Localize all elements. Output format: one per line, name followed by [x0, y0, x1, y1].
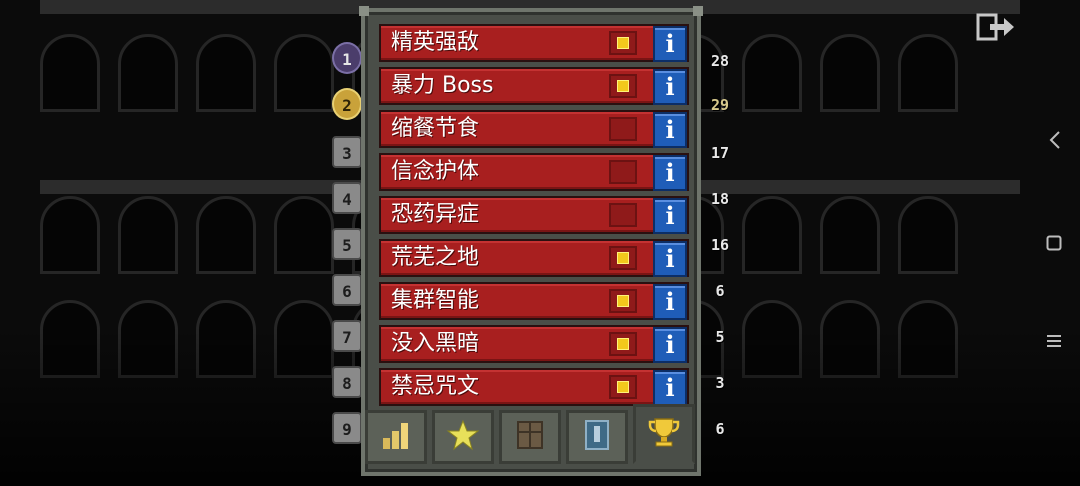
info-button[interactable]: i	[653, 284, 687, 320]
info-button[interactable]: i	[653, 69, 687, 105]
value-label: 16	[710, 236, 730, 254]
panel-corner	[693, 6, 703, 16]
bar-chart-icon	[379, 418, 413, 456]
challenge-label: 恐药异症	[391, 202, 480, 227]
challenge-row[interactable]: 集群智能 i	[379, 282, 689, 320]
tab-rankings[interactable]	[566, 410, 628, 464]
info-button[interactable]: i	[653, 26, 687, 62]
value-label: 3	[715, 374, 725, 392]
panel-corner	[359, 6, 369, 16]
challenge-checkbox[interactable]	[609, 74, 637, 98]
challenge-checkbox[interactable]	[609, 375, 637, 399]
challenge-checkbox[interactable]	[609, 117, 637, 141]
info-button[interactable]: i	[653, 241, 687, 277]
tab-stats[interactable]	[365, 410, 427, 464]
info-button[interactable]: i	[653, 327, 687, 363]
rank-badge: 1	[332, 42, 362, 74]
challenge-row[interactable]: 暴力 Boss i	[379, 67, 689, 105]
challenge-row[interactable]: 信念护体 i	[379, 153, 689, 191]
challenge-checkbox[interactable]	[609, 332, 637, 356]
checkbox-fill	[617, 338, 629, 350]
challenge-checkbox[interactable]	[609, 31, 637, 55]
tab-journal[interactable]	[499, 410, 561, 464]
value-label: 18	[710, 190, 730, 208]
tab-challenges[interactable]	[633, 404, 695, 464]
challenge-label: 暴力 Boss	[391, 73, 494, 98]
challenge-row[interactable]: 恐药异症 i	[379, 196, 689, 234]
checkbox-fill	[617, 381, 629, 393]
tab-badges[interactable]	[432, 410, 494, 464]
challenge-label: 信念护体	[391, 159, 480, 184]
challenge-label: 荒芜之地	[391, 245, 480, 270]
checkbox-fill	[617, 252, 629, 264]
challenge-row[interactable]: 禁忌咒文 i	[379, 368, 689, 406]
checkbox-fill	[617, 37, 629, 49]
challenge-checkbox[interactable]	[609, 160, 637, 184]
challenge-row[interactable]: 精英强敌 i	[379, 24, 689, 62]
challenge-checkbox[interactable]	[609, 246, 637, 270]
info-button[interactable]: i	[653, 112, 687, 148]
info-button[interactable]: i	[653, 370, 687, 406]
menu-lines-icon[interactable]	[1046, 330, 1062, 354]
rank-badge: 2	[332, 88, 362, 120]
info-button[interactable]: i	[653, 155, 687, 191]
value-label: 28	[710, 52, 730, 70]
trophy-icon	[646, 414, 682, 454]
info-button[interactable]: i	[653, 198, 687, 234]
home-square-icon[interactable]	[1046, 232, 1062, 256]
challenge-label: 集群智能	[391, 288, 480, 313]
value-label: 6	[715, 282, 725, 300]
challenge-row[interactable]: 缩餐节食 i	[379, 110, 689, 148]
challenge-row[interactable]: 没入黑暗 i	[379, 325, 689, 363]
challenge-row[interactable]: 荒芜之地 i	[379, 239, 689, 277]
value-label: 17	[710, 144, 730, 162]
checkbox-fill	[617, 295, 629, 307]
challenge-label: 禁忌咒文	[391, 374, 480, 399]
back-chevron-icon[interactable]	[1048, 130, 1062, 155]
challenge-checkbox[interactable]	[609, 289, 637, 313]
challenge-label: 缩餐节食	[391, 116, 480, 141]
journal-book-icon	[513, 418, 547, 456]
rank-badge: 7	[332, 320, 362, 352]
badge-card-icon	[580, 418, 614, 456]
rank-badge: 5	[332, 228, 362, 260]
challenge-label: 没入黑暗	[391, 331, 480, 356]
exit-door-icon[interactable]	[976, 12, 1016, 42]
star-icon	[446, 418, 480, 456]
rank-badge: 4	[332, 182, 362, 214]
challenge-label: 精英强敌	[391, 30, 480, 55]
value-label: 29	[710, 96, 730, 114]
rank-badge: 8	[332, 366, 362, 398]
rank-badge: 9	[332, 412, 362, 444]
rank-badge: 3	[332, 136, 362, 168]
challenge-checkbox[interactable]	[609, 203, 637, 227]
checkbox-fill	[617, 80, 629, 92]
rank-badge: 6	[332, 274, 362, 306]
value-label: 5	[715, 328, 725, 346]
value-label: 6	[715, 420, 725, 438]
